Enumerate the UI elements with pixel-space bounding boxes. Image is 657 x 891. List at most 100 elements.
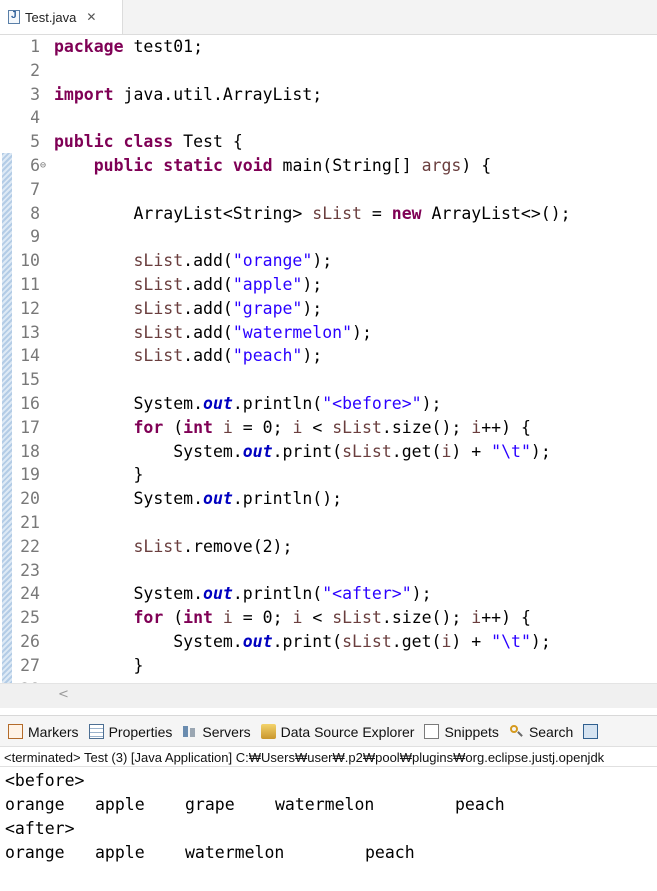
line-number: 2 — [30, 60, 40, 80]
console-token: <after> — [5, 819, 75, 838]
code-line[interactable]: 27 } — [0, 654, 657, 678]
code-text: public static void main(String[] args) { — [93, 156, 492, 175]
line-number: 8 — [30, 203, 40, 223]
fold-collapse-icon[interactable]: ⊖ — [40, 154, 46, 178]
view-tab-properties[interactable]: Properties — [88, 716, 173, 747]
line-number: 18 — [20, 441, 40, 461]
line-number: 21 — [20, 513, 40, 532]
line-number: 17 — [20, 417, 40, 437]
line-number: 1 — [30, 37, 40, 56]
line-number: 6 — [30, 156, 40, 175]
code-text: sList.add("peach"); — [133, 346, 323, 366]
code-text: for (int i = 0; i < sList.size(); i++) { — [133, 608, 531, 628]
code-text: package test01; — [54, 37, 204, 56]
view-tab-label: Snippets — [444, 723, 499, 740]
line-number: 22 — [20, 536, 40, 556]
code-line[interactable]: 21 — [0, 511, 657, 535]
code-line[interactable]: 2 — [0, 59, 657, 83]
servers-icon — [182, 724, 197, 739]
line-number: 12 — [20, 298, 40, 318]
code-line[interactable]: 25 for (int i = 0; i < sList.size(); i++… — [0, 606, 657, 630]
console-token: peach — [455, 795, 505, 814]
views-tab-bar: Markers Properties Servers Data Source Expl… — [0, 715, 657, 747]
code-text: sList.add("watermelon"); — [133, 322, 372, 342]
editor-tab-title: Test.java — [25, 9, 77, 25]
code-line[interactable]: 8 ArrayList<String> sList = new ArrayLis… — [0, 202, 657, 226]
console-token: apple — [95, 795, 145, 814]
line-number: 26 — [20, 632, 40, 651]
code-line[interactable]: 10 sList.add("orange"); — [0, 249, 657, 273]
line-number: 23 — [20, 560, 40, 580]
line-number: 16 — [20, 394, 40, 413]
view-tab-console[interactable] — [583, 716, 603, 747]
line-number: 14 — [20, 346, 40, 366]
code-line[interactable]: 13 sList.add("watermelon"); — [0, 321, 657, 345]
code-text: public class Test { — [54, 132, 243, 152]
console-output[interactable]: <before> orange apple grape watermelon peach <… — [0, 768, 657, 891]
close-icon[interactable]: ✕ — [86, 10, 96, 24]
line-number: 9 — [30, 227, 40, 247]
code-text: sList.add("grape"); — [133, 298, 323, 318]
code-text: import java.util.ArrayList; — [54, 84, 323, 104]
code-line[interactable]: 22 sList.remove(2); — [0, 535, 657, 559]
code-text: System.out.println(); — [54, 489, 343, 509]
line-number: 20 — [20, 489, 40, 509]
line-number: 5 — [30, 132, 40, 152]
console-token: watermelon — [185, 843, 285, 862]
code-text: System.out.print(sList.get(i) + "\t"); — [54, 632, 551, 651]
view-tab-label: Data Source Explorer — [280, 723, 415, 740]
code-line[interactable]: 1 package test01; — [0, 35, 657, 59]
line-number: 7 — [30, 179, 40, 199]
code-line[interactable]: 20 System.out.println(); — [0, 487, 657, 511]
view-tab-label: Search — [528, 723, 574, 740]
code-text: sList.remove(2); — [133, 536, 293, 556]
datasource-icon — [260, 724, 276, 739]
code-editor[interactable]: 1 package test01; 2 3 import java.util.Array… — [0, 35, 657, 683]
line-number: 10 — [20, 251, 40, 271]
code-text: for (int i = 0; i < sList.size(); i++) { — [133, 417, 531, 437]
line-number: 11 — [20, 275, 40, 294]
code-line[interactable]: 11 sList.add("apple"); — [0, 273, 657, 297]
editor-tab-bar: J Test.java ✕ — [0, 0, 657, 35]
line-number: 27 — [20, 655, 40, 675]
console-token: <before> — [5, 771, 85, 790]
view-tab-search[interactable]: Search — [509, 716, 573, 747]
code-text: sList.add("apple"); — [133, 275, 323, 294]
view-tab-label: Properties — [108, 723, 173, 740]
view-tab-snippets[interactable]: Snippets — [424, 716, 499, 747]
code-line[interactable]: 17 for (int i = 0; i < sList.size(); i++… — [0, 416, 657, 440]
code-line[interactable]: 4 — [0, 106, 657, 130]
code-line[interactable]: 5 public class Test { — [0, 130, 657, 154]
search-icon — [509, 724, 524, 739]
code-line[interactable]: 16 System.out.println("<before>"); — [0, 392, 657, 416]
code-line[interactable]: 26 System.out.print(sList.get(i) + "\t")… — [0, 630, 657, 654]
code-line[interactable]: 23 — [0, 559, 657, 583]
view-tab-servers[interactable]: Servers — [182, 716, 251, 747]
console-token: peach — [365, 843, 415, 862]
console-status-line: <terminated> Test (3) [Java Application]… — [0, 746, 657, 767]
view-tab-data-source-explorer[interactable]: Data Source Explorer — [260, 716, 415, 747]
code-text: } — [54, 465, 144, 485]
editor-tab-test-java[interactable]: J Test.java ✕ — [0, 0, 123, 34]
line-number: 15 — [20, 370, 40, 390]
scroll-left-icon[interactable]: < — [58, 687, 69, 702]
properties-icon — [88, 724, 104, 739]
code-line[interactable]: 14 sList.add("peach"); — [0, 344, 657, 368]
view-tab-label: Servers — [202, 723, 251, 740]
code-line[interactable]: 12 sList.add("grape"); — [0, 297, 657, 321]
view-tab-markers[interactable]: Markers — [8, 716, 79, 747]
code-line[interactable]: 7 — [0, 178, 657, 202]
code-line[interactable]: 19 } — [0, 463, 657, 487]
code-line[interactable]: 6 ⊖ public static void main(String[] args… — [0, 154, 657, 178]
code-text: sList.add("orange"); — [133, 251, 333, 271]
console-token: orange — [5, 795, 65, 814]
code-line[interactable]: 9 — [0, 225, 657, 249]
code-line[interactable]: 3 import java.util.ArrayList; — [0, 83, 657, 107]
line-number: 25 — [20, 608, 40, 628]
code-line[interactable]: 24 System.out.println("<after>"); — [0, 582, 657, 606]
editor-horizontal-scrollbar[interactable]: < — [0, 683, 657, 708]
line-number: 3 — [30, 84, 40, 104]
code-line[interactable]: 15 — [0, 368, 657, 392]
markers-icon — [8, 724, 23, 739]
code-line[interactable]: 18 System.out.print(sList.get(i) + "\t")… — [0, 440, 657, 464]
